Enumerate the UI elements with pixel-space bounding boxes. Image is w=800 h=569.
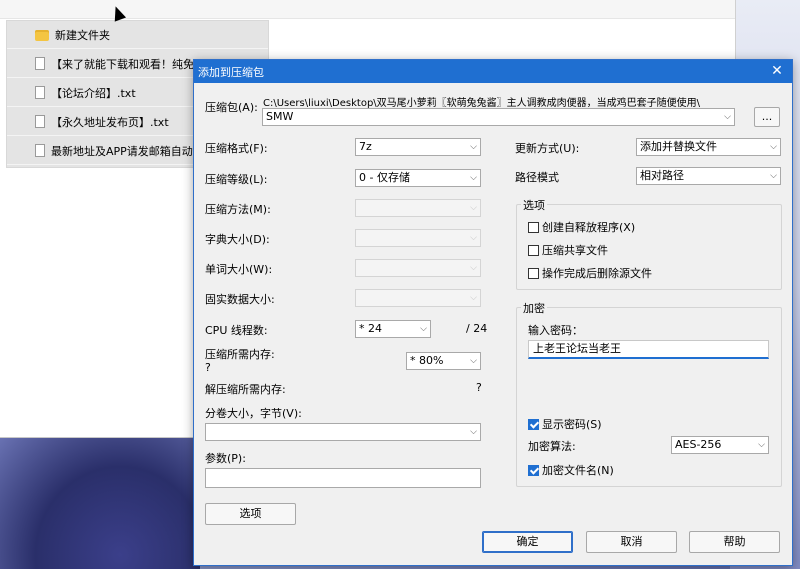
file-name: 新建文件夹	[55, 28, 110, 42]
chevron-down-icon: ⌵	[770, 142, 777, 152]
path-mode-value: 相对路径	[640, 169, 684, 182]
params-label: 参数(P):	[205, 452, 246, 465]
archive-name-value: SMW	[266, 110, 294, 123]
volume-label: 分卷大小，字节(V):	[205, 407, 302, 420]
archive-path: C:\Users\liuxi\Desktop\双马尾小萝莉〖软萌兔兔酱〗主人调教…	[263, 98, 701, 109]
file-name: 【来了就能下载和观看！纯免	[51, 57, 194, 71]
sfx-checkbox-label: 创建自释放程序(X)	[542, 221, 636, 234]
delete-source-checkbox-label: 操作完成后删除源文件	[542, 267, 652, 280]
dmem-label: 解压缩所需内存:	[205, 383, 286, 396]
chevron-down-icon: ⌵	[758, 440, 765, 450]
shared-files-checkbox[interactable]: 压缩共享文件	[528, 242, 608, 258]
chevron-down-icon: ⌵	[470, 173, 477, 183]
txt-file-icon	[35, 115, 45, 128]
password-value: 上老王论坛当老王	[533, 342, 621, 355]
encrypt-filenames-label: 加密文件名(N)	[542, 464, 614, 477]
cpu-value: * 24	[359, 322, 382, 335]
checkbox-icon	[528, 221, 539, 233]
options-group-title: 选项	[521, 197, 547, 213]
solid-label: 固实数据大小:	[205, 293, 275, 306]
format-label: 压缩格式(F):	[205, 142, 268, 155]
dmem-question: ?	[476, 381, 482, 394]
level-select[interactable]: 0 - 仅存储 ⌵	[355, 169, 481, 187]
checkbox-icon	[528, 267, 539, 279]
path-mode-label: 路径模式	[515, 171, 559, 184]
txt-file-icon	[35, 57, 45, 70]
format-value: 7z	[359, 140, 372, 153]
encrypt-filenames-checkbox[interactable]: 加密文件名(N)	[528, 462, 614, 478]
encryption-method-value: AES-256	[675, 438, 722, 451]
chevron-down-icon: ⌵	[470, 293, 477, 303]
dialog-titlebar: 添加到压缩包 ✕	[194, 60, 792, 83]
mem-question: ?	[205, 361, 211, 374]
path-mode-select[interactable]: 相对路径 ⌵	[636, 167, 781, 185]
encryption-method-label: 加密算法:	[528, 440, 576, 453]
word-select[interactable]: ⌵	[355, 259, 481, 277]
mem-label: 压缩所需内存:	[205, 348, 275, 361]
level-label: 压缩等级(L):	[205, 173, 268, 186]
close-icon[interactable]: ✕	[768, 62, 786, 80]
chevron-down-icon: ⌵	[724, 112, 731, 122]
show-password-checkbox[interactable]: 显示密码(S)	[528, 416, 602, 432]
params-input[interactable]	[205, 468, 481, 488]
file-name: 【永久地址发布页】.txt	[51, 115, 169, 129]
mem-value: * 80%	[410, 354, 444, 367]
txt-file-icon	[35, 86, 45, 99]
chevron-down-icon: ⌵	[470, 142, 477, 152]
word-label: 单词大小(W):	[205, 263, 273, 276]
chevron-down-icon: ⌵	[470, 263, 477, 273]
chevron-down-icon: ⌵	[420, 324, 427, 334]
update-label: 更新方式(U):	[515, 142, 580, 155]
delete-source-checkbox[interactable]: 操作完成后删除源文件	[528, 265, 652, 281]
help-button[interactable]: 帮助	[689, 531, 780, 553]
browse-button[interactable]: ...	[754, 107, 780, 127]
ok-button[interactable]: 确定	[482, 531, 573, 553]
dialog-title: 添加到压缩包	[198, 66, 264, 79]
checkbox-icon	[528, 244, 539, 256]
dict-label: 字典大小(D):	[205, 233, 270, 246]
chevron-down-icon: ⌵	[470, 356, 477, 366]
chevron-down-icon: ⌵	[470, 233, 477, 243]
volume-select[interactable]: ⌵	[205, 423, 481, 441]
format-select[interactable]: 7z ⌵	[355, 138, 481, 156]
password-input[interactable]: 上老王论坛当老王	[528, 340, 769, 359]
method-label: 压缩方法(M):	[205, 203, 271, 216]
file-item-folder[interactable]: 新建文件夹	[7, 21, 268, 49]
encryption-group-title: 加密	[521, 300, 547, 316]
password-label: 输入密码：	[528, 324, 583, 337]
update-value: 添加并替换文件	[640, 140, 717, 153]
chevron-down-icon: ⌵	[470, 427, 477, 437]
file-name: 最新地址及APP请发邮箱自动	[51, 144, 193, 158]
file-name: 【论坛介绍】.txt	[51, 86, 136, 100]
chevron-down-icon: ⌵	[470, 203, 477, 213]
sfx-checkbox[interactable]: 创建自释放程序(X)	[528, 219, 635, 235]
chevron-down-icon: ⌵	[770, 171, 777, 181]
archive-label: 压缩包(A):	[205, 101, 258, 114]
txt-file-icon	[35, 144, 45, 157]
encryption-method-select[interactable]: AES-256 ⌵	[671, 436, 769, 454]
cpu-total: / 24	[466, 322, 488, 335]
checkbox-checked-icon	[528, 418, 539, 430]
add-to-archive-dialog: 添加到压缩包 ✕ 压缩包(A): C:\Users\liuxi\Desktop\…	[193, 59, 793, 566]
archive-name-field[interactable]: SMW ⌵	[262, 108, 735, 126]
solid-select[interactable]: ⌵	[355, 289, 481, 307]
mem-select[interactable]: * 80% ⌵	[406, 352, 481, 370]
shared-files-checkbox-label: 压缩共享文件	[542, 244, 608, 257]
method-select[interactable]: ⌵	[355, 199, 481, 217]
options-button[interactable]: 选项	[205, 503, 296, 525]
cpu-label: CPU 线程数:	[205, 324, 268, 337]
cpu-select[interactable]: * 24 ⌵	[355, 320, 431, 338]
desktop-wallpaper-corner	[0, 430, 200, 569]
update-select[interactable]: 添加并替换文件 ⌵	[636, 138, 781, 156]
show-password-label: 显示密码(S)	[542, 418, 602, 431]
checkbox-checked-icon	[528, 464, 539, 476]
cancel-button[interactable]: 取消	[586, 531, 677, 553]
folder-icon	[35, 30, 49, 41]
level-value: 0 - 仅存储	[359, 171, 410, 184]
dict-select[interactable]: ⌵	[355, 229, 481, 247]
